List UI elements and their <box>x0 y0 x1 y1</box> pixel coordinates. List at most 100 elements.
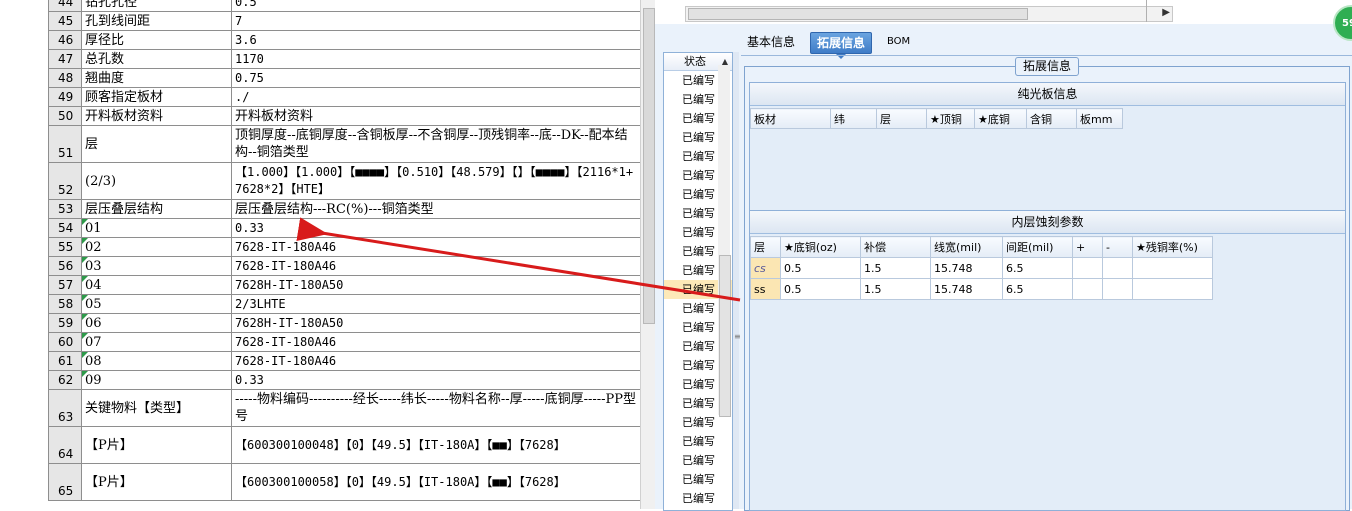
sheet-row[interactable]: 54 01 0.33 <box>48 218 641 238</box>
cell-value[interactable]: 【600300100058】【0】【49.5】【IT-180A】【■■】【762… <box>231 463 641 501</box>
cell-value[interactable]: 7 <box>231 11 641 31</box>
cell-label[interactable]: 08 <box>81 351 232 371</box>
sheet-row[interactable]: 46 厚径比 3.6 <box>48 30 641 50</box>
list-item[interactable]: 已编写 <box>664 432 732 451</box>
table-cell[interactable]: 15.748 <box>930 278 1003 300</box>
cell-value[interactable]: 开料板材资料 <box>231 106 641 126</box>
cell-value[interactable]: 7628-IT-180A46 <box>231 237 641 257</box>
table-cell[interactable] <box>1102 278 1133 300</box>
cell-value[interactable]: 【1.000】【1.000】【■■■■】【0.510】【48.579】【】【■■… <box>231 162 641 200</box>
row-number[interactable]: 54 <box>48 218 82 238</box>
column-header[interactable]: 纬 <box>830 108 877 129</box>
row-number[interactable]: 55 <box>48 237 82 257</box>
table-cell[interactable] <box>1132 278 1213 300</box>
row-number[interactable]: 45 <box>48 11 82 31</box>
cell-label[interactable]: 翘曲度 <box>81 68 232 88</box>
layer-cell[interactable]: cs <box>750 257 781 279</box>
column-header[interactable]: 线宽(mil) <box>930 236 1003 258</box>
sheet-row[interactable]: 58 05 2/3LHTE <box>48 294 641 314</box>
sheet-row[interactable]: 47 总孔数 1170 <box>48 49 641 69</box>
column-header[interactable]: 含铜 <box>1026 108 1077 129</box>
table-cell[interactable] <box>1072 278 1103 300</box>
table-row[interactable]: cs 0.5 1.5 15.748 6.5 <box>750 257 1213 279</box>
cell-value[interactable]: -----物料编码----------经长-----纬长-----物料名称--厚… <box>231 389 641 427</box>
table-row[interactable]: ss 0.5 1.5 15.748 6.5 <box>750 278 1213 300</box>
horizontal-scrollbar[interactable]: ▶ <box>685 6 1173 22</box>
row-number[interactable]: 57 <box>48 275 82 295</box>
column-header[interactable]: 层 <box>750 236 781 258</box>
cell-label[interactable]: 09 <box>81 370 232 390</box>
list-scrollbar[interactable] <box>718 65 731 417</box>
sheet-row[interactable]: 65 【P片】 【600300100058】【0】【49.5】【IT-180A】【■… <box>48 463 641 501</box>
cell-label[interactable]: 01 <box>81 218 232 238</box>
cell-label[interactable]: (2/3) <box>81 162 232 200</box>
tab-extended-info[interactable]: 拓展信息 <box>810 32 873 59</box>
layer-cell[interactable]: ss <box>750 278 781 300</box>
sheet-row[interactable]: 62 09 0.33 <box>48 370 641 390</box>
cell-value[interactable]: 1170 <box>231 49 641 69</box>
sheet-row[interactable]: 59 06 7628H-IT-180A50 <box>48 313 641 333</box>
table-cell[interactable] <box>1102 257 1133 279</box>
sheet-row[interactable]: 64 【P片】 【600300100048】【0】【49.5】【IT-180A】【■… <box>48 426 641 464</box>
cell-label[interactable]: 【P片】 <box>81 426 232 464</box>
table-cell[interactable]: 6.5 <box>1002 278 1073 300</box>
cell-label[interactable]: 04 <box>81 275 232 295</box>
cell-value[interactable]: 2/3LHTE <box>231 294 641 314</box>
cell-value[interactable]: 【600300100048】【0】【49.5】【IT-180A】【■■】【762… <box>231 426 641 464</box>
cell-label[interactable]: 孔到线间距 <box>81 11 232 31</box>
row-number[interactable]: 56 <box>48 256 82 276</box>
sheet-row[interactable]: 48 翘曲度 0.75 <box>48 68 641 88</box>
cell-label[interactable]: 【P片】 <box>81 463 232 501</box>
sheet-row[interactable]: 51 层 顶铜厚度--底铜厚度--含铜板厚--不含铜厚--顶残铜率--底--DK--… <box>48 125 641 163</box>
row-number[interactable]: 48 <box>48 68 82 88</box>
cell-value[interactable]: ./ <box>231 87 641 107</box>
cell-value[interactable]: 7628-IT-180A46 <box>231 332 641 352</box>
column-header[interactable]: ★底铜 <box>974 108 1027 129</box>
cell-label[interactable]: 06 <box>81 313 232 333</box>
list-scroll-thumb[interactable] <box>719 255 731 417</box>
sheet-row[interactable]: 61 08 7628-IT-180A46 <box>48 351 641 371</box>
row-number[interactable]: 52 <box>48 162 82 200</box>
scroll-right-icon[interactable]: ▶ <box>1162 7 1170 18</box>
row-number[interactable]: 50 <box>48 106 82 126</box>
cell-value[interactable]: 0.33 <box>231 370 641 390</box>
column-header[interactable]: ★残铜率(%) <box>1132 236 1213 258</box>
cell-label[interactable]: 层压叠层结构 <box>81 199 232 219</box>
tab-bom[interactable]: BOM <box>881 32 916 52</box>
cell-label[interactable]: 02 <box>81 237 232 257</box>
cell-label[interactable]: 关键物料【类型】 <box>81 389 232 427</box>
list-item[interactable]: 已编写 <box>664 470 732 489</box>
table-cell[interactable]: 1.5 <box>860 257 931 279</box>
sheet-scroll-thumb[interactable] <box>643 8 655 324</box>
table-cell[interactable]: 0.5 <box>780 257 861 279</box>
row-number[interactable]: 63 <box>48 389 82 427</box>
table-cell[interactable]: 0.5 <box>780 278 861 300</box>
row-number[interactable]: 59 <box>48 313 82 333</box>
splitter-handle[interactable]: ≡ <box>733 52 741 509</box>
row-number[interactable]: 53 <box>48 199 82 219</box>
tab-basic-info[interactable]: 基本信息 <box>741 32 801 52</box>
table-cell[interactable]: 6.5 <box>1002 257 1073 279</box>
cell-value[interactable]: 0.75 <box>231 68 641 88</box>
cell-label[interactable]: 钻孔孔径 <box>81 0 232 12</box>
column-header[interactable]: 板mm <box>1076 108 1123 129</box>
cell-value[interactable]: 7628H-IT-180A50 <box>231 313 641 333</box>
table-cell[interactable]: 15.748 <box>930 257 1003 279</box>
row-number[interactable]: 62 <box>48 370 82 390</box>
cell-value[interactable]: 7628-IT-180A46 <box>231 256 641 276</box>
row-number[interactable]: 51 <box>48 125 82 163</box>
column-header[interactable]: 间距(mil) <box>1002 236 1073 258</box>
row-number[interactable]: 47 <box>48 49 82 69</box>
column-header[interactable]: + <box>1072 236 1103 258</box>
cell-value[interactable]: 7628H-IT-180A50 <box>231 275 641 295</box>
sheet-row[interactable]: 45 孔到线间距 7 <box>48 11 641 31</box>
sheet-row[interactable]: 53 层压叠层结构 层压叠层结构---RC(%)---铜箔类型 <box>48 199 641 219</box>
table-cell[interactable] <box>1072 257 1103 279</box>
list-item[interactable]: 已编写 <box>664 489 732 508</box>
row-number[interactable]: 49 <box>48 87 82 107</box>
cell-value[interactable]: 0.5 <box>231 0 641 12</box>
horizontal-scroll-thumb[interactable] <box>688 8 1028 20</box>
cell-label[interactable]: 厚径比 <box>81 30 232 50</box>
list-item[interactable]: 已编写 <box>664 451 732 470</box>
sheet-row[interactable]: 50 开料板材资料 开料板材资料 <box>48 106 641 126</box>
